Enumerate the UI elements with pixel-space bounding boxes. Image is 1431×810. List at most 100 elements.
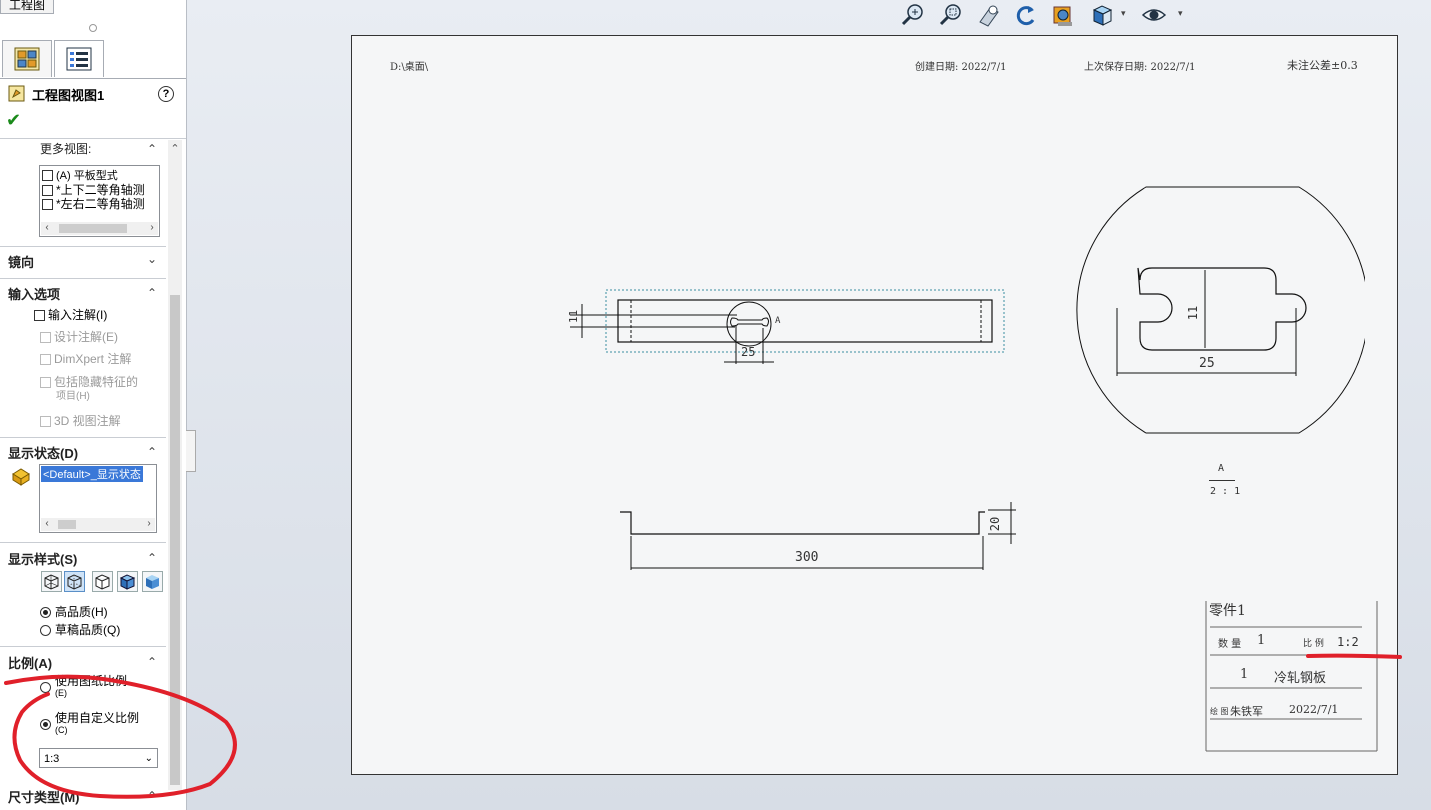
display-state-heading[interactable]: 显示状态(D) bbox=[8, 443, 78, 462]
saved-date-label: 上次保存日期: 2022/7/1 bbox=[1084, 62, 1196, 73]
import-options-heading[interactable]: 输入选项 bbox=[8, 284, 60, 303]
chevron-up-icon[interactable]: ⌃ bbox=[147, 142, 157, 156]
drawing-tab[interactable]: 工程图 bbox=[0, 0, 55, 14]
use-sheet-scale-option[interactable]: 使用图纸比例 (E) bbox=[40, 675, 127, 699]
checkbox[interactable] bbox=[42, 199, 53, 211]
view-orientation-icon[interactable] bbox=[1090, 2, 1116, 28]
divider bbox=[0, 138, 186, 139]
checkbox[interactable] bbox=[34, 310, 45, 322]
display-style-heading[interactable]: 显示样式(S) bbox=[8, 549, 77, 568]
high-quality-option[interactable]: 高品质(H) bbox=[40, 603, 108, 620]
overall-length-dimension[interactable]: 300 bbox=[795, 550, 818, 565]
chevron-up-icon[interactable]: ⌃ bbox=[147, 551, 157, 565]
hide-show-items-icon[interactable] bbox=[1141, 2, 1167, 28]
panel-splitter-handle[interactable] bbox=[186, 430, 196, 472]
custom-scale-select[interactable]: 1:3 ⌄ bbox=[39, 748, 158, 768]
scroll-left-icon[interactable]: ‹ bbox=[41, 222, 53, 233]
checkbox bbox=[40, 377, 51, 389]
help-icon[interactable]: ? bbox=[158, 86, 174, 102]
more-views-heading: 更多视图: bbox=[40, 142, 92, 156]
chevron-up-icon[interactable]: ⌃ bbox=[147, 655, 157, 669]
import-annotations-option[interactable]: 输入注解(I) bbox=[34, 306, 107, 323]
front-width-dimension[interactable]: 25 bbox=[741, 345, 755, 359]
drawing-date[interactable]: 2022/7/1 bbox=[1289, 703, 1338, 716]
chevron-down-icon[interactable]: ⌄ bbox=[147, 252, 157, 266]
scroll-up-icon[interactable]: ⌃ bbox=[168, 142, 182, 155]
detail-width-dimension[interactable]: 25 bbox=[1199, 356, 1215, 371]
display-state-list[interactable]: <Default>_显示状态 ‹ › bbox=[39, 464, 157, 533]
display-state-icon bbox=[12, 468, 30, 486]
radio-button[interactable] bbox=[40, 607, 51, 619]
detail-callout-label[interactable]: A bbox=[775, 316, 780, 326]
radio-button[interactable] bbox=[40, 625, 51, 637]
wireframe-style-icon[interactable] bbox=[41, 571, 62, 592]
drawing-view-icon bbox=[8, 85, 25, 102]
radio-button[interactable] bbox=[40, 682, 51, 693]
rotate-view-icon[interactable] bbox=[1012, 2, 1038, 28]
height-dimension[interactable]: 20 bbox=[988, 517, 1002, 531]
panel-vertical-scrollbar[interactable]: ⌃ bbox=[168, 140, 182, 790]
drawer-name[interactable]: 朱铁军 bbox=[1230, 703, 1263, 719]
detail-view-label[interactable]: A bbox=[1218, 463, 1224, 474]
detail-view-a[interactable] bbox=[1070, 184, 1365, 439]
more-views-list[interactable]: (A) 平板型式 *上下二等角轴测 *左右二等角轴测 ‹ › bbox=[39, 165, 160, 237]
checkbox bbox=[40, 354, 51, 366]
checkbox[interactable] bbox=[42, 170, 53, 182]
slot-feature bbox=[730, 317, 769, 327]
material[interactable]: 冷轧钢板 bbox=[1274, 667, 1326, 686]
chevron-up-icon[interactable]: ⌃ bbox=[147, 789, 157, 803]
property-manager-tab[interactable] bbox=[54, 40, 104, 77]
radio-button[interactable] bbox=[40, 719, 51, 730]
zoom-to-fit-icon[interactable] bbox=[900, 2, 926, 28]
property-manager-panel: 工程图 工程图视图1 ? ✔ ⌃ 更多视图: ⌃ (A) 平板型式 *上下二等角… bbox=[0, 0, 187, 810]
slot-profile bbox=[1137, 267, 1307, 351]
display-state-item-selected[interactable]: <Default>_显示状态 bbox=[41, 466, 143, 482]
draft-quality-option[interactable]: 草稿品质(Q) bbox=[40, 621, 120, 638]
dropdown-arrow-icon[interactable]: ▾ bbox=[1121, 8, 1126, 19]
divider bbox=[0, 437, 166, 438]
quantity-label: 数 量 bbox=[1218, 639, 1242, 650]
scale-value[interactable]: 1:2 bbox=[1337, 635, 1359, 649]
scale-heading[interactable]: 比例(A) bbox=[8, 653, 52, 672]
list-horizontal-scrollbar[interactable]: ‹ › bbox=[41, 518, 155, 531]
mirror-heading[interactable]: 镜向 bbox=[8, 252, 34, 271]
zoom-to-area-icon[interactable] bbox=[938, 2, 964, 28]
scrollbar-thumb[interactable] bbox=[59, 224, 127, 233]
panel-tabs bbox=[0, 38, 186, 79]
chevron-up-icon[interactable]: ⌃ bbox=[147, 286, 157, 300]
dropdown-arrow-icon[interactable]: ▾ bbox=[1178, 8, 1183, 19]
list-horizontal-scrollbar[interactable]: ‹ › bbox=[41, 222, 158, 235]
panel-grip-handle[interactable] bbox=[89, 24, 97, 32]
scroll-right-icon[interactable]: › bbox=[143, 518, 155, 529]
scroll-left-icon[interactable]: ‹ bbox=[41, 518, 53, 529]
previous-view-icon[interactable] bbox=[976, 2, 1002, 28]
dimension-type-heading[interactable]: 尺寸类型(M) bbox=[8, 787, 80, 806]
confirm-checkmark-icon[interactable]: ✔ bbox=[6, 110, 21, 131]
hidden-lines-visible-style-icon[interactable] bbox=[64, 571, 85, 592]
scrollbar-thumb[interactable] bbox=[58, 520, 76, 529]
hidden-lines-removed-style-icon[interactable] bbox=[92, 571, 113, 592]
quantity-value[interactable]: 1 bbox=[1257, 633, 1265, 648]
front-view[interactable] bbox=[562, 288, 1012, 370]
file-path-label: D:\桌面\ bbox=[390, 62, 429, 73]
shaded-style-icon[interactable] bbox=[142, 571, 163, 592]
use-custom-scale-option[interactable]: 使用自定义比例 (C) bbox=[40, 712, 139, 736]
property-list-icon bbox=[66, 47, 92, 71]
3d-view-annotations-option: 3D 视图注解 bbox=[40, 412, 121, 429]
part-name[interactable]: 零件1 bbox=[1209, 600, 1246, 620]
section-view-icon[interactable] bbox=[1050, 2, 1076, 28]
chevron-up-icon[interactable]: ⌃ bbox=[147, 445, 157, 459]
scrollbar-thumb[interactable] bbox=[170, 295, 180, 785]
feature-manager-tab[interactable] bbox=[2, 40, 52, 77]
more-view-item[interactable]: *左右二等角轴测 bbox=[42, 195, 145, 212]
checkbox bbox=[40, 332, 51, 344]
shaded-with-edges-style-icon[interactable] bbox=[117, 571, 138, 592]
detail-height-dimension[interactable]: 11 bbox=[1186, 306, 1200, 320]
divider bbox=[0, 246, 166, 247]
drawing-sheet[interactable]: D:\桌面\ 创建日期: 2022/7/1 上次保存日期: 2022/7/1 未… bbox=[351, 35, 1398, 775]
dimxpert-annotations-option: DimXpert 注解 bbox=[40, 350, 131, 367]
scroll-right-icon[interactable]: › bbox=[146, 222, 158, 233]
detail-view-scale[interactable]: 2 : 1 bbox=[1210, 486, 1240, 497]
front-height-dimension[interactable]: 11 bbox=[567, 310, 580, 323]
part-profile bbox=[620, 511, 985, 535]
